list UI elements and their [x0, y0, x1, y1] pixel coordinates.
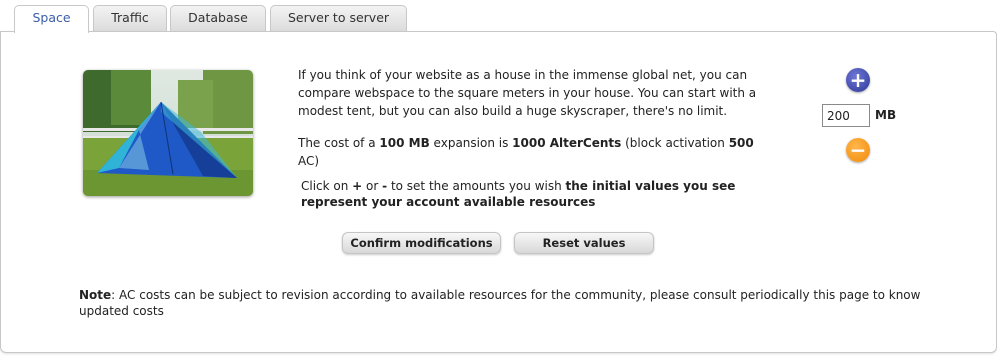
- instr-or: or: [362, 179, 383, 193]
- note-label: Note: [79, 288, 112, 302]
- tab-traffic[interactable]: Traffic: [93, 5, 167, 31]
- instructions: Click on + or - to set the amounts you w…: [301, 178, 771, 210]
- cost-prefix: The cost of a: [298, 136, 380, 150]
- cost-mid: expansion is: [429, 136, 513, 150]
- space-amount-input[interactable]: [822, 104, 870, 127]
- instr-mid: to set the amounts you wish: [387, 179, 566, 193]
- cost-price: 1000 AlterCents: [512, 136, 622, 150]
- reset-values-button[interactable]: Reset values: [514, 232, 654, 254]
- tent-image: [83, 70, 253, 196]
- note: Note: AC costs can be subject to revisio…: [79, 287, 939, 319]
- confirm-modifications-button[interactable]: Confirm modifications: [342, 232, 501, 254]
- cost-amount: 100 MB: [379, 136, 430, 150]
- minus-icon: −: [849, 138, 867, 162]
- instr-prefix: Click on: [301, 179, 353, 193]
- plus-button[interactable]: +: [846, 68, 870, 92]
- plus-icon: +: [849, 68, 867, 92]
- cost-block-prefix: (block activation: [621, 136, 729, 150]
- tab-database[interactable]: Database: [170, 5, 266, 31]
- note-text: : AC costs can be subject to revision ac…: [79, 288, 921, 318]
- space-description: If you think of your website as a house …: [298, 68, 757, 118]
- tent-icon: [83, 70, 253, 196]
- cost-block-value: 500: [728, 136, 754, 150]
- expansion-cost: The cost of a 100 MB expansion is 1000 A…: [298, 134, 778, 170]
- cost-suffix: AC): [298, 154, 320, 168]
- tab-server-to-server[interactable]: Server to server: [270, 5, 407, 31]
- unit-label: MB: [875, 108, 897, 122]
- tab-space[interactable]: Space: [14, 5, 89, 33]
- instr-plus: +: [352, 179, 363, 193]
- minus-button[interactable]: −: [846, 138, 870, 162]
